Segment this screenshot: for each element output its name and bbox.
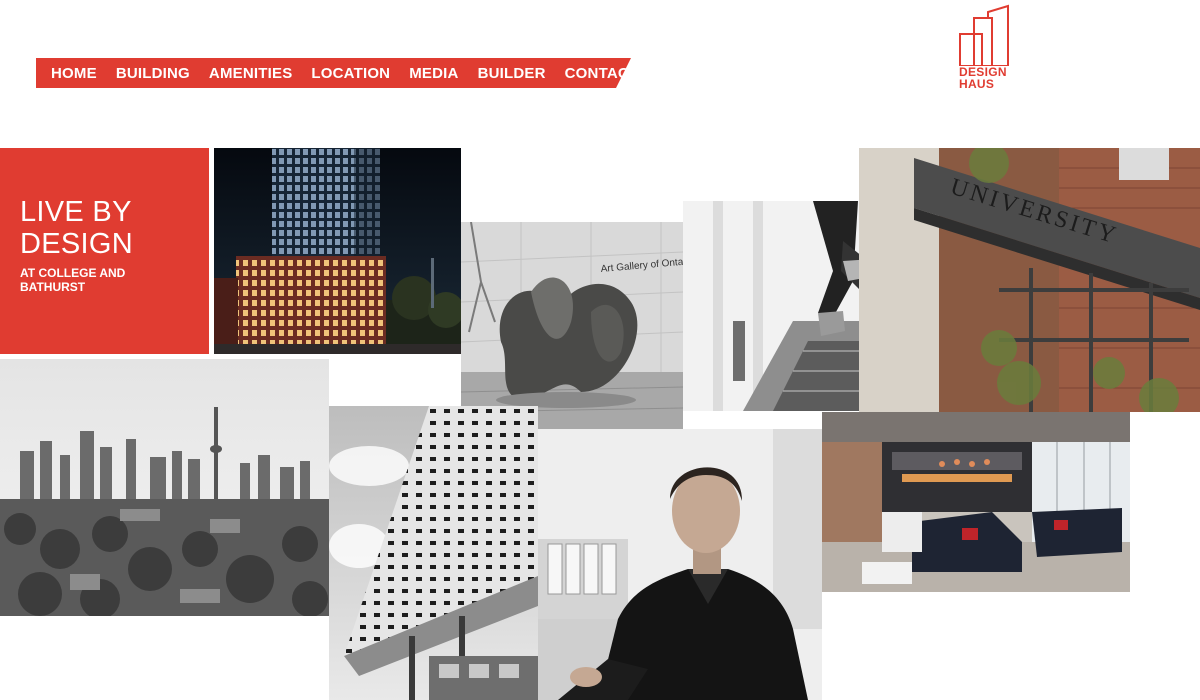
hero-tile: LIVE BY DESIGN AT COLLEGE AND BATHURST	[0, 148, 209, 354]
nav-building[interactable]: BUILDING	[116, 65, 190, 82]
architect-portrait-image[interactable]	[538, 429, 822, 700]
nav-media[interactable]: MEDIA	[409, 65, 458, 82]
hero-title: LIVE BY DESIGN	[20, 196, 133, 260]
nav-amenities[interactable]: AMENITIES	[209, 65, 292, 82]
nav-builder[interactable]: BUILDER	[478, 65, 546, 82]
main-nav: HOME BUILDING AMENITIES LOCATION MEDIA B…	[36, 58, 638, 88]
design-haus-logo[interactable]: DESIGN HAUS	[955, 4, 1015, 100]
ocad-building-image[interactable]	[329, 406, 538, 700]
logo-wordmark: DESIGN HAUS	[959, 65, 1007, 91]
university-of-toronto-image[interactable]: UNIVERSITY	[859, 148, 1200, 412]
nav-contact[interactable]: CONTACT	[565, 65, 639, 82]
art-gallery-sculpture-image[interactable]: Art Gallery of Ontario	[461, 222, 683, 429]
logo-building-icon	[959, 4, 1009, 67]
nav-home[interactable]: HOME	[51, 65, 97, 82]
lounge-interior-image[interactable]	[822, 412, 1130, 592]
hero-subtitle: AT COLLEGE AND BATHURST	[20, 266, 126, 294]
toronto-skyline-image[interactable]	[0, 359, 329, 616]
building-night-image[interactable]	[214, 148, 461, 354]
nav-location[interactable]: LOCATION	[311, 65, 390, 82]
